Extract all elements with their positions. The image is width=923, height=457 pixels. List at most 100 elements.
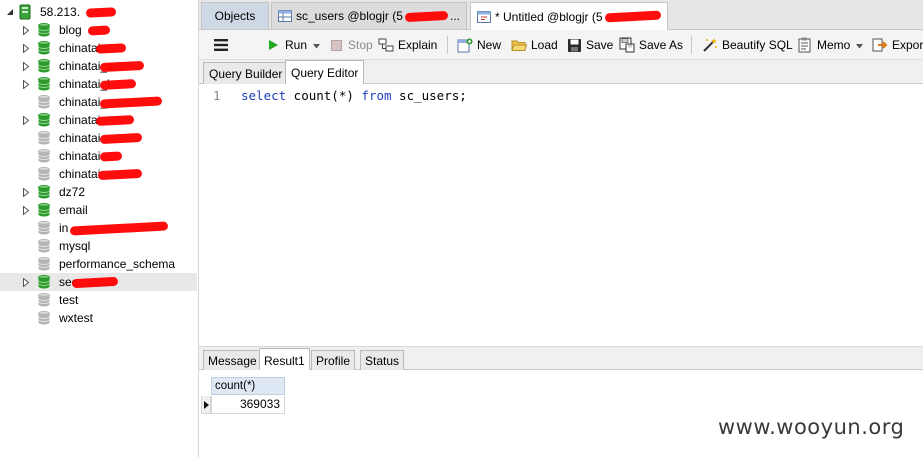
expand-arrow-icon[interactable] <box>22 115 30 125</box>
tab-objects[interactable]: Objects <box>201 2 269 29</box>
tree-database-row[interactable]: dz72 <box>0 183 197 201</box>
redaction-mark <box>95 115 135 126</box>
tab-result1[interactable]: Result1 <box>259 348 310 372</box>
tree-database-row[interactable]: chinatai <box>0 111 197 129</box>
new-query-icon <box>457 37 473 53</box>
explain-button[interactable]: Explain <box>378 36 437 54</box>
stop-label: Stop <box>348 38 373 52</box>
tree-database-row[interactable]: sec <box>0 273 197 291</box>
sql-code-line[interactable]: select count(*) from sc_users; <box>241 88 467 103</box>
database-label: test <box>59 293 79 307</box>
current-row-marker-icon[interactable] <box>201 396 211 414</box>
database-icon <box>38 221 50 235</box>
save-as-icon <box>619 37 635 53</box>
explain-label: Explain <box>398 38 438 52</box>
tab-message-label: Message <box>208 354 257 368</box>
watermark: www.wooyun.org <box>718 415 905 439</box>
database-icon <box>38 149 50 163</box>
object-tree[interactable]: 58.213. blog chinatai chinatai_c chinatai_l… <box>0 0 199 457</box>
redaction-mark <box>87 25 111 36</box>
tab-sc-users-table[interactable]: sc_users @blogjr (5 ... <box>271 2 467 29</box>
database-icon <box>38 131 50 145</box>
tree-database-row[interactable]: chinatai <box>0 165 197 183</box>
tree-database-row[interactable]: mysql <box>0 237 197 255</box>
tree-database-row[interactable]: chinatai_c <box>0 57 197 75</box>
tab-untitled-query[interactable]: * Untitled @blogjr (5 <box>470 2 668 30</box>
save-label: Save <box>586 38 614 52</box>
save-button[interactable]: Save <box>566 36 613 54</box>
save-as-button[interactable]: Save As <box>619 36 683 54</box>
tree-database-row[interactable]: chinatai <box>0 39 197 57</box>
tree-database-row[interactable]: blog <box>0 21 197 39</box>
redaction-mark <box>99 96 163 109</box>
collapse-arrow-icon[interactable] <box>6 8 14 16</box>
result-grid[interactable]: count(*) 369033 <box>199 370 923 457</box>
database-icon <box>38 275 50 289</box>
stop-icon <box>328 37 344 53</box>
expand-arrow-icon[interactable] <box>22 205 30 215</box>
tab-query-editor[interactable]: Query Editor <box>285 60 365 85</box>
memo-icon <box>797 37 813 53</box>
tab-profile[interactable]: Profile <box>311 350 356 371</box>
table-icon <box>278 10 292 22</box>
export-button[interactable]: Expor <box>872 36 923 54</box>
run-button[interactable]: Run <box>265 36 321 54</box>
sql-table: sc_users; <box>391 88 467 103</box>
tree-database-row[interactable]: chinatai <box>0 147 197 165</box>
tab-message[interactable]: Message <box>203 350 262 371</box>
redaction-mark <box>97 168 143 181</box>
play-icon <box>265 37 281 53</box>
beautify-sql-label: Beautify SQL <box>722 38 793 52</box>
connection-label: 58.213. <box>40 5 81 19</box>
expand-arrow-icon[interactable] <box>22 187 30 197</box>
magic-wand-icon <box>702 37 718 53</box>
tab-profile-label: Profile <box>316 354 351 368</box>
folder-open-icon <box>511 37 527 53</box>
tree-database-row[interactable]: test <box>0 291 197 309</box>
redaction-mark <box>95 43 127 54</box>
expand-arrow-icon[interactable] <box>22 25 30 35</box>
new-button[interactable]: New <box>457 36 501 54</box>
result-tabs: Message Result1 Profile Status <box>199 346 923 372</box>
database-icon <box>38 239 50 253</box>
run-dropdown-icon[interactable] <box>313 38 321 52</box>
explain-icon <box>378 37 394 53</box>
memo-dropdown-icon[interactable] <box>856 38 864 52</box>
result-cell[interactable]: 369033 <box>211 396 285 414</box>
export-label: Expor <box>892 38 923 52</box>
sql-editor[interactable]: 1 select count(*) from sc_users; <box>199 84 923 346</box>
database-label: wxtest <box>59 311 94 325</box>
column-header-count[interactable]: count(*) <box>211 377 285 395</box>
database-icon <box>38 203 50 217</box>
tree-database-row[interactable]: in <box>0 219 197 237</box>
expand-arrow-icon[interactable] <box>22 61 30 71</box>
tree-database-row[interactable]: chinatai_l <box>0 75 197 93</box>
stop-button[interactable]: Stop <box>328 36 373 54</box>
database-label: dz72 <box>59 185 86 199</box>
tab-status[interactable]: Status <box>360 350 405 371</box>
query-toolbar: Run Stop Explain New Load Save Save As B… <box>199 30 923 60</box>
tree-database-row[interactable]: email <box>0 201 197 219</box>
redaction-mark <box>99 132 143 145</box>
tab-query-builder[interactable]: Query Builder <box>203 62 289 84</box>
tab-sc-users-label: sc_users @blogjr (5 <box>296 9 403 23</box>
tree-database-row[interactable]: chinatai <box>0 129 197 147</box>
run-label: Run <box>285 38 308 52</box>
expand-arrow-icon[interactable] <box>22 43 30 53</box>
toolbar-separator <box>691 36 692 54</box>
tab-ellipsis: ... <box>449 9 460 23</box>
tree-database-row[interactable]: wxtest <box>0 309 197 327</box>
database-label: blog <box>59 23 82 37</box>
menu-button[interactable] <box>213 36 233 54</box>
redaction-mark <box>99 60 145 73</box>
expand-arrow-icon[interactable] <box>22 79 30 89</box>
tree-connection-row[interactable]: 58.213. <box>0 3 197 21</box>
tree-database-row[interactable]: performance_schema <box>0 255 197 273</box>
load-button[interactable]: Load <box>511 36 558 54</box>
tree-database-row[interactable]: chinatai_ <box>0 93 197 111</box>
database-icon <box>38 257 50 271</box>
database-label: chinatai <box>59 41 101 55</box>
expand-arrow-icon[interactable] <box>22 277 30 287</box>
beautify-sql-button[interactable]: Beautify SQL <box>702 36 793 54</box>
memo-button[interactable]: Memo <box>797 36 864 54</box>
